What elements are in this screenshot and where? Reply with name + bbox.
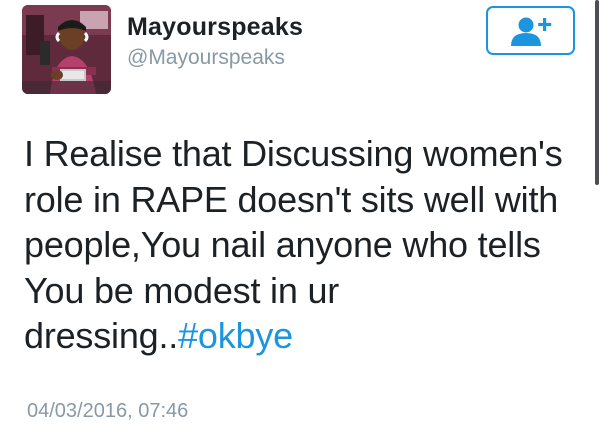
scrollbar[interactable] <box>595 0 599 185</box>
tweet-text-line: You be modest in ur <box>24 269 340 311</box>
tweet-text-last: dressing.. <box>24 315 179 356</box>
tweet-text-line: role in RAPE doesn't sits well with <box>24 178 559 220</box>
profile-photo-icon <box>22 5 111 94</box>
tweet-card: Mayourspeaks @Mayourspeaks I Realise tha… <box>0 0 600 443</box>
author-handle[interactable]: @Mayourspeaks <box>127 46 285 70</box>
timestamp[interactable]: 04/03/2016, 07:46 <box>27 400 188 423</box>
tweet-text-line: I Realise that Discussing women's <box>24 133 563 174</box>
author-name[interactable]: Mayourspeaks <box>127 13 303 42</box>
hashtag-link[interactable]: #okbye <box>178 315 293 356</box>
tweet-text-line: people,You nail anyone who tells <box>24 224 541 265</box>
avatar[interactable] <box>22 5 111 94</box>
add-user-icon <box>510 17 551 46</box>
follow-button[interactable] <box>486 6 575 55</box>
tweet-text-line: dressing..#okbye <box>24 313 584 359</box>
tweet-text: I Realise that Discussing women's role i… <box>24 131 584 359</box>
